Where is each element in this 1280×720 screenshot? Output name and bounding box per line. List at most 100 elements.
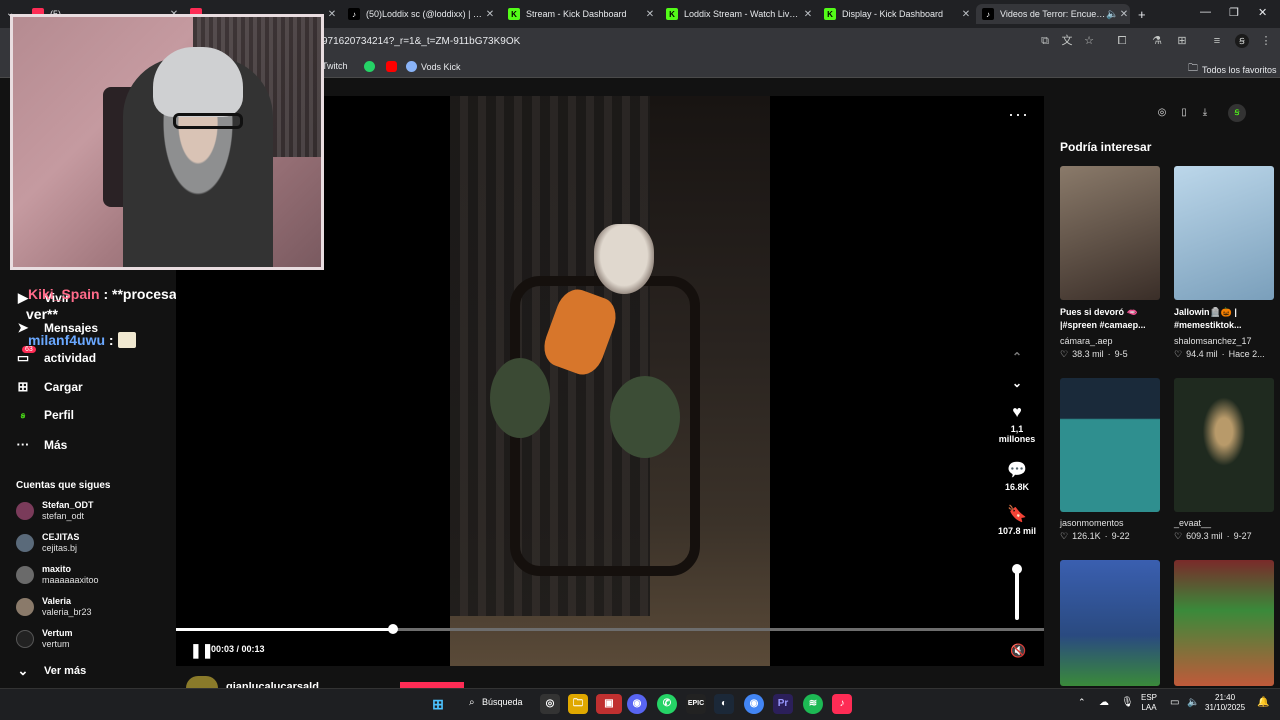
close-icon[interactable]: ✕	[802, 9, 814, 20]
cloud-icon[interactable]: ☁	[1099, 697, 1109, 708]
extensions-icon[interactable]: ⧠	[1115, 34, 1129, 48]
save-button[interactable]: 🔖 107.8 mil	[996, 504, 1038, 536]
notification-bell-icon[interactable]: 🔔	[1257, 697, 1269, 708]
url-field[interactable]: 971620734214?_r=1&_t=ZM-911bG73K9OK	[322, 36, 520, 47]
discord-icon[interactable]: ◉	[627, 694, 647, 714]
chrome-icon[interactable]: ◉	[744, 694, 764, 714]
following-title: Cuentas que sigues	[16, 480, 111, 491]
phone-icon[interactable]: ▯	[1177, 106, 1191, 120]
next-video-button[interactable]: ⌄	[996, 376, 1038, 390]
tab-loddix-tiktok[interactable]: ♪(50)Loddix sc (@loddixx) | TikTok✕	[342, 4, 496, 24]
windows-start-icon[interactable]: ⊞	[428, 694, 448, 714]
epic-games-icon[interactable]: EPIC	[686, 694, 706, 714]
coin-icon[interactable]: ◎	[1155, 106, 1169, 120]
close-icon[interactable]: ✕	[1118, 9, 1130, 20]
steam-icon[interactable]: ◐	[714, 694, 734, 714]
hair-image	[153, 47, 243, 117]
bookmark-twitch[interactable]: Twitch	[322, 61, 348, 71]
search-icon: ⌕	[469, 697, 475, 708]
bookmark-whatsapp[interactable]	[364, 61, 375, 72]
media-icon[interactable]: ≡	[1210, 34, 1224, 48]
new-tab-button[interactable]: +	[1138, 7, 1146, 22]
suggested-video[interactable]: jasonmomentos ♡ 126.1K · 9-22	[1060, 378, 1160, 542]
profile-avatar-icon[interactable]: ꞩ	[1228, 104, 1246, 122]
account-item[interactable]: Valeria valeria_br23	[16, 596, 92, 618]
see-more-button[interactable]: ⌄ Ver más	[16, 663, 87, 679]
more-options-button[interactable]: ···	[1008, 104, 1029, 125]
tiktok-icon: ♪	[982, 8, 994, 20]
video-thumbnail	[1060, 166, 1160, 300]
profile-avatar-icon[interactable]: ꞩ	[1235, 34, 1249, 48]
minimize-button[interactable]: —	[1200, 6, 1211, 18]
emote-icon	[118, 332, 136, 348]
volume-icon[interactable]: 🔈	[1187, 697, 1199, 708]
like-button[interactable]: ♥ 1,1 millones	[996, 404, 1038, 444]
webcam-overlay	[10, 14, 324, 270]
download-icon[interactable]: ⤓	[1198, 106, 1212, 120]
author-avatar[interactable]	[186, 676, 218, 688]
tab-kick-stream[interactable]: K Stream - Kick Dashboard ✕	[502, 4, 656, 24]
chevron-down-icon: ⌄	[17, 663, 29, 678]
avatar	[16, 502, 34, 520]
suggested-video[interactable]: Jallowin🪦🎃 | #memestiktok... shalomsanch…	[1174, 166, 1274, 360]
folder-icon[interactable]: 🗀	[568, 694, 588, 714]
suggested-video[interactable]	[1060, 560, 1160, 686]
menu-icon[interactable]: ⋮	[1259, 34, 1273, 48]
dog-face-image	[594, 224, 654, 294]
bookmark-youtube[interactable]	[386, 61, 397, 72]
premiere-icon[interactable]: Pr	[773, 694, 793, 714]
progress-handle[interactable]	[388, 624, 398, 634]
widget-icon[interactable]: ◎	[540, 694, 560, 714]
language-indicator[interactable]: ESP LAA	[1141, 693, 1157, 713]
tab-kick-display[interactable]: K Display - Kick Dashboard ✕	[818, 4, 972, 24]
all-bookmarks[interactable]: 🗀 Todos los favoritos	[1188, 61, 1277, 78]
tab-videos-terror[interactable]: ♪ Videos de Terror: Encuentra 🔈 ✕	[976, 4, 1130, 24]
tiktok-icon[interactable]: ♪	[832, 694, 852, 714]
star-icon[interactable]: ☆	[1082, 34, 1096, 48]
volume-slider[interactable]	[1015, 568, 1019, 620]
tab-kick-watch[interactable]: KLoddix Stream - Watch Live on Kick✕	[660, 4, 814, 24]
tab-search-icon[interactable]: ⊞	[1175, 34, 1189, 48]
close-icon[interactable]: ✕	[644, 9, 656, 20]
plush-image	[610, 376, 680, 458]
cast-icon[interactable]: ⧉	[1038, 34, 1052, 48]
pause-button[interactable]: ❚❚	[190, 642, 213, 659]
tray-chevron-icon[interactable]: ⌃	[1078, 697, 1086, 708]
spotify-icon[interactable]: ≋	[803, 694, 823, 714]
suggested-video[interactable]	[1174, 560, 1274, 686]
suggested-video[interactable]: Pues si devoró 🫦 |#spreen #camaep... cám…	[1060, 166, 1160, 360]
progress-bar[interactable]	[176, 624, 1044, 634]
nav-upload[interactable]: ⊞ Cargar	[16, 379, 83, 395]
comment-button[interactable]: 💬 16.8K	[996, 460, 1038, 492]
taskbar-search[interactable]: Búsqueda	[482, 697, 523, 707]
bookmark-vods-kick[interactable]: Vods Kick	[406, 61, 461, 72]
restore-button[interactable]: ❐	[1229, 6, 1239, 19]
nav-profile[interactable]: ꞩ Perfil	[16, 408, 74, 422]
clock[interactable]: 21:40 31/10/2025	[1205, 693, 1245, 713]
account-item[interactable]: CEJITAS cejitas.bj	[16, 532, 79, 554]
monitor-icon[interactable]: ▭	[1170, 697, 1179, 708]
close-icon[interactable]: ✕	[484, 9, 496, 20]
flask-icon[interactable]: ⚗	[1150, 34, 1164, 48]
volume-slider-handle[interactable]	[1012, 564, 1022, 574]
avatar	[16, 534, 34, 552]
account-item[interactable]: Vertum vertum	[16, 628, 73, 650]
youtube-icon	[386, 61, 397, 72]
suggested-video[interactable]: _evaat__ ♡ 609.3 mil · 9-27	[1174, 378, 1274, 542]
app-icon[interactable]: ▣	[596, 694, 622, 714]
kick-icon: K	[508, 8, 520, 20]
window-close-button[interactable]: ✕	[1258, 6, 1267, 19]
translate-icon[interactable]: 文	[1060, 34, 1074, 48]
account-item[interactable]: maxito maaaaaaxitoo	[16, 564, 99, 586]
speaker-icon[interactable]: 🔈	[1106, 9, 1118, 20]
close-icon[interactable]: ✕	[326, 9, 338, 20]
mic-icon[interactable]: 🎙	[1121, 697, 1134, 708]
mute-button[interactable]: 🔇	[1010, 643, 1026, 659]
account-item[interactable]: Stefan_ODT stefan_odt	[16, 500, 94, 522]
whatsapp-icon[interactable]: ✆	[657, 694, 677, 714]
comment-icon: 💬	[1007, 462, 1027, 479]
prev-video-button[interactable]: ⌃	[996, 350, 1038, 364]
nav-more[interactable]: ··· Más	[16, 437, 68, 452]
close-icon[interactable]: ✕	[960, 9, 972, 20]
time-readout: 00:03 / 00:13	[211, 644, 265, 654]
